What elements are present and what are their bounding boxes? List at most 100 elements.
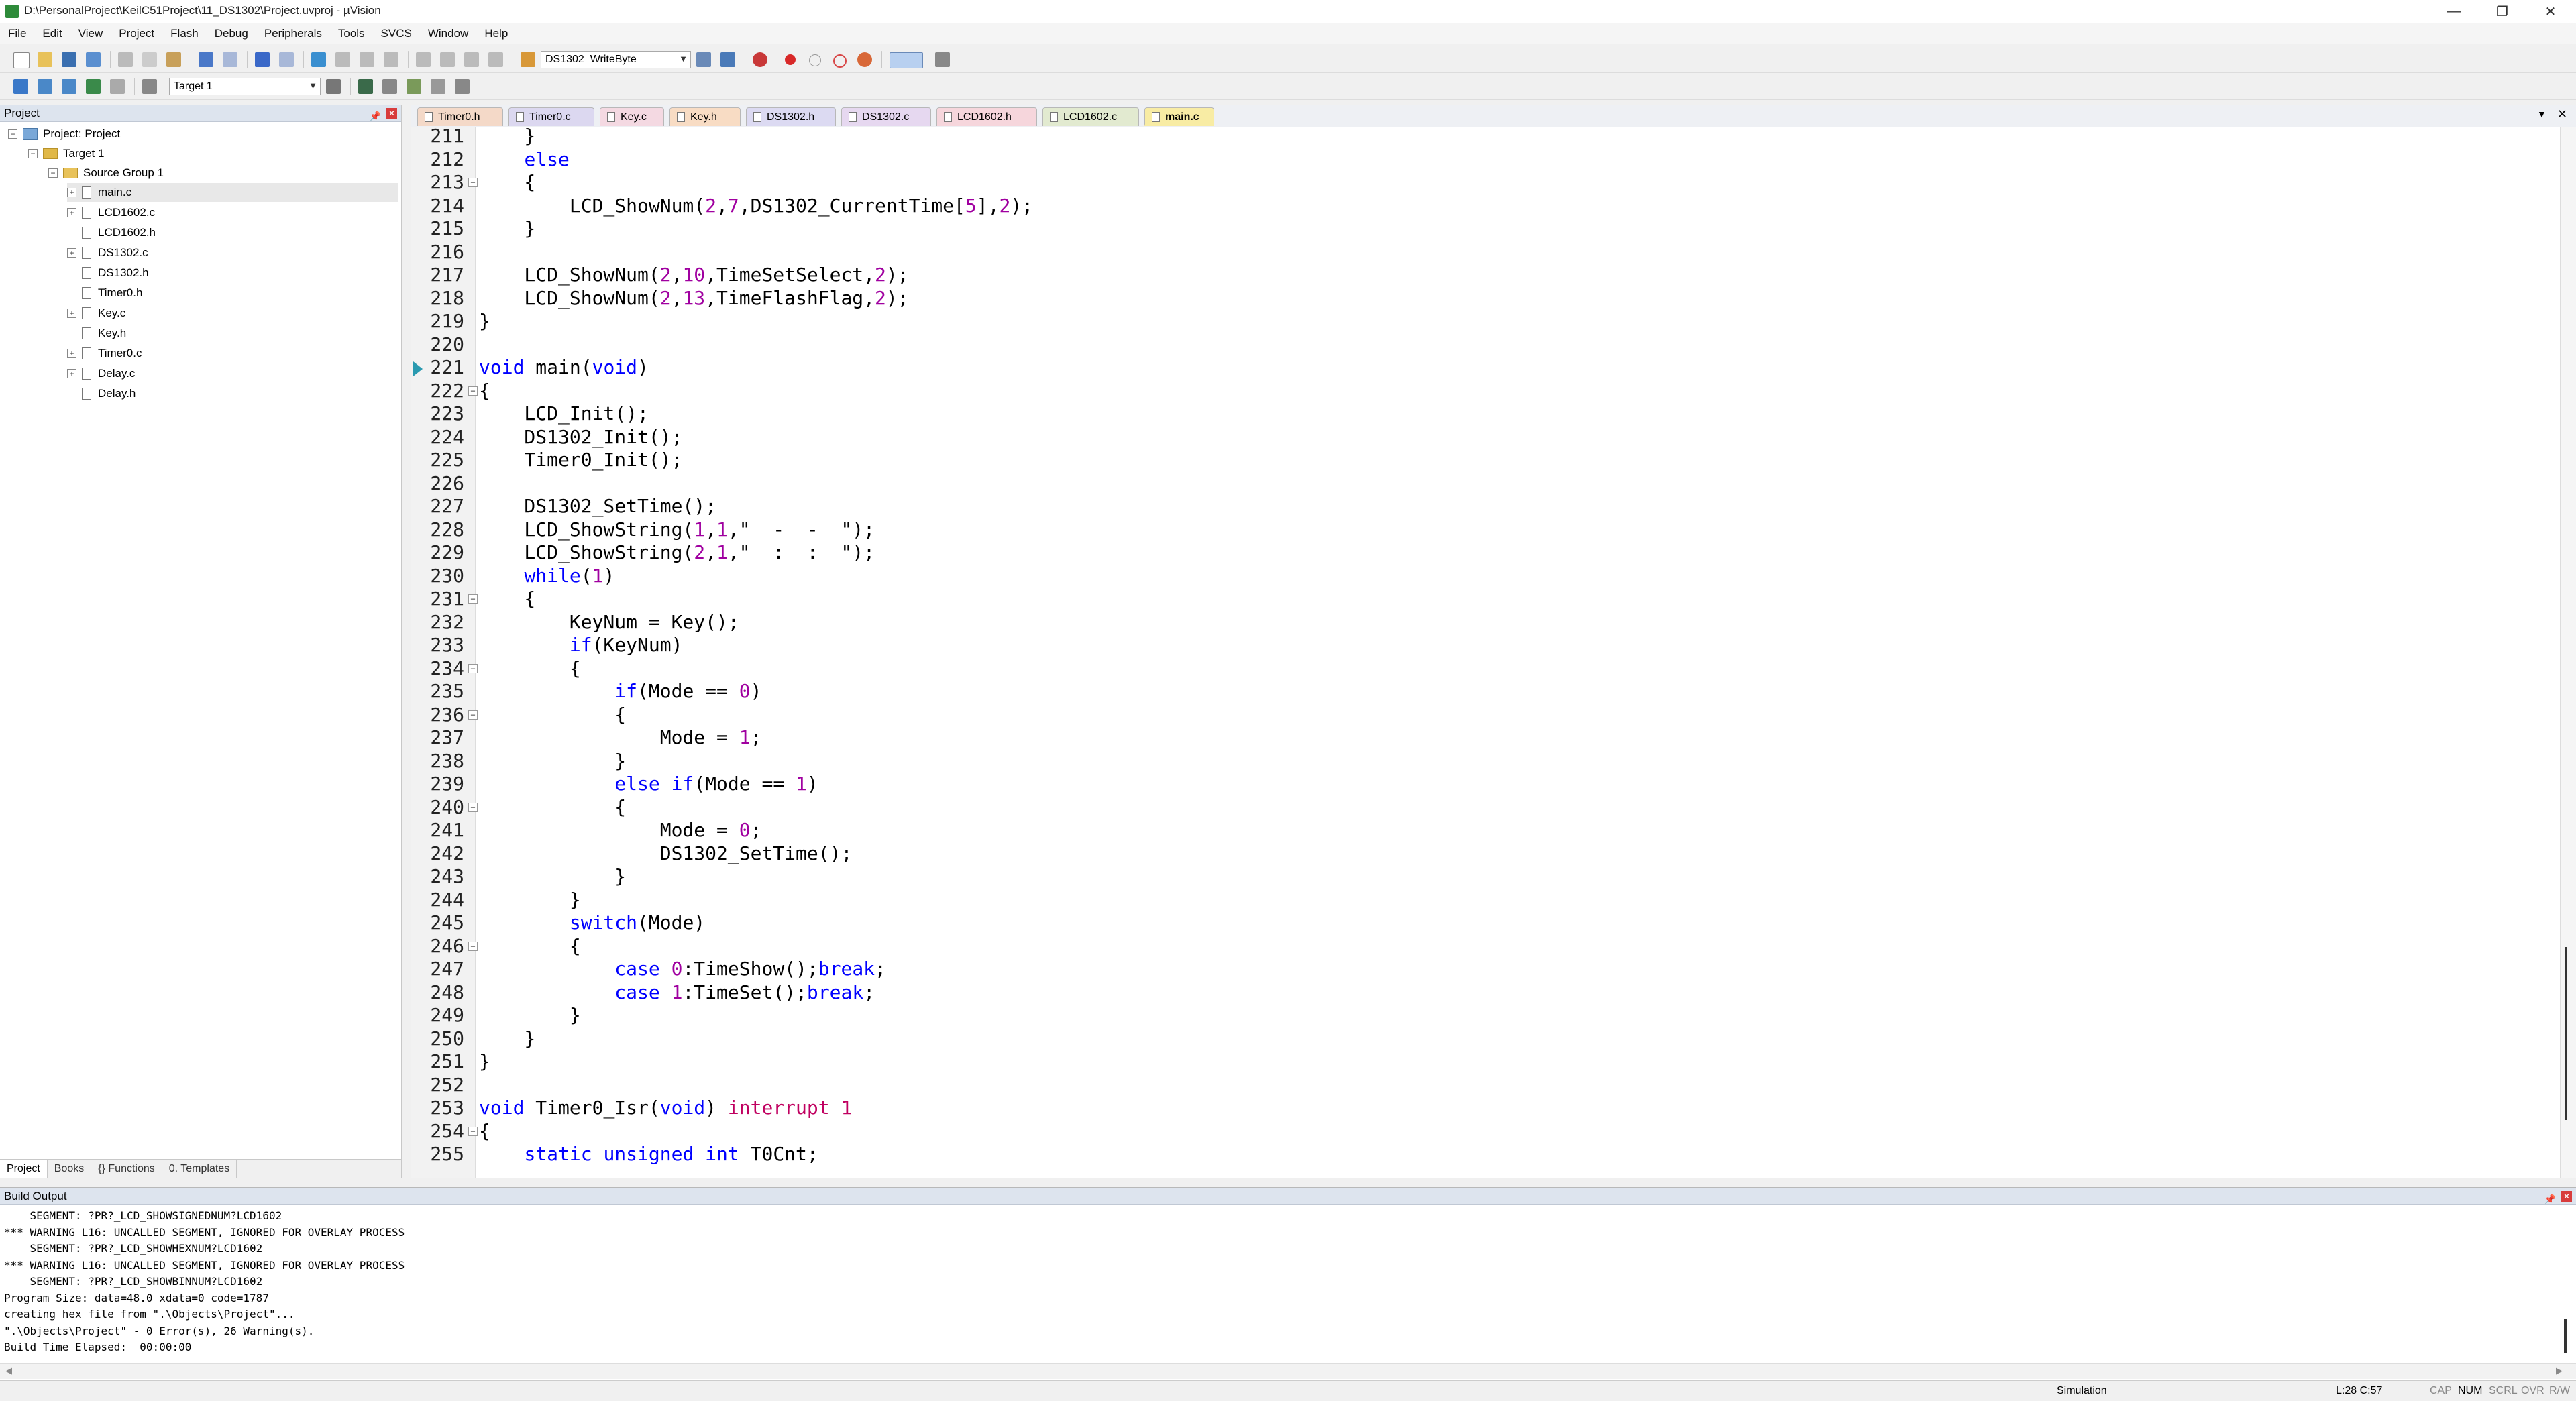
tab-functions[interactable]: {} Functions xyxy=(91,1160,162,1178)
fold-toggle-icon[interactable]: − xyxy=(468,710,478,720)
close-window-button[interactable]: ✕ xyxy=(2525,0,2576,23)
fold-toggle-icon[interactable]: − xyxy=(468,802,478,812)
tab-main-c[interactable]: main.c xyxy=(1144,107,1214,126)
expand-icon[interactable]: + xyxy=(67,208,76,217)
tree-root-project[interactable]: − Project: Project xyxy=(8,125,120,144)
clear-bookmarks-icon[interactable] xyxy=(384,52,398,67)
tree-file-main-c[interactable]: + main.c xyxy=(67,183,398,202)
scroll-right-icon[interactable]: ▶ xyxy=(2556,1365,2563,1376)
menu-file[interactable]: File xyxy=(0,27,34,40)
function-combo[interactable]: DS1302_WriteByte ▼ xyxy=(541,51,691,68)
code-line[interactable]: 231− { xyxy=(411,587,2560,611)
code-line[interactable]: 228 LCD_ShowString(1,1," - - "); xyxy=(411,518,2560,542)
code-line[interactable]: 222−{ xyxy=(411,380,2560,403)
code-line[interactable]: 245 switch(Mode) xyxy=(411,911,2560,935)
expand-icon[interactable]: + xyxy=(67,248,76,258)
batch-build-icon[interactable] xyxy=(86,79,101,94)
code-line[interactable]: 240− { xyxy=(411,796,2560,820)
translate-icon[interactable] xyxy=(13,79,28,94)
menu-peripherals[interactable]: Peripherals xyxy=(256,27,330,40)
menu-flash[interactable]: Flash xyxy=(162,27,207,40)
scroll-left-icon[interactable]: ◀ xyxy=(5,1365,12,1376)
tab-timer0-h[interactable]: Timer0.h xyxy=(417,107,503,126)
tab-timer0-c[interactable]: Timer0.c xyxy=(508,107,594,126)
tree-file-ds1302-h[interactable]: DS1302.h xyxy=(82,264,149,282)
fold-toggle-icon[interactable]: − xyxy=(468,594,478,604)
tree-file-timer0-c[interactable]: + Timer0.c xyxy=(67,344,142,363)
kill-breakpoints-icon[interactable] xyxy=(857,52,872,67)
pin-icon[interactable]: 📌 xyxy=(370,107,381,125)
target-combo[interactable]: Target 1 ▼ xyxy=(169,78,321,95)
code-line[interactable]: 246− { xyxy=(411,935,2560,958)
open-file-icon[interactable] xyxy=(38,52,52,67)
fold-toggle-icon[interactable]: − xyxy=(468,178,478,187)
code-line[interactable]: 215 } xyxy=(411,217,2560,241)
code-line[interactable]: 219} xyxy=(411,310,2560,333)
select-packs-icon[interactable] xyxy=(382,79,397,94)
options-extra-icon[interactable] xyxy=(455,79,470,94)
code-line[interactable]: 252 xyxy=(411,1074,2560,1097)
code-line[interactable]: 236− { xyxy=(411,704,2560,727)
code-line[interactable]: 241 Mode = 0; xyxy=(411,819,2560,842)
code-line[interactable]: 224 DS1302_Init(); xyxy=(411,426,2560,449)
menu-debug[interactable]: Debug xyxy=(207,27,256,40)
tree-file-timer0-h[interactable]: Timer0.h xyxy=(82,284,142,302)
code-line[interactable]: 234− { xyxy=(411,657,2560,681)
manage-rte-icon[interactable] xyxy=(407,79,421,94)
code-line[interactable]: 238 } xyxy=(411,750,2560,773)
menu-project[interactable]: Project xyxy=(111,27,162,40)
save-all-icon[interactable] xyxy=(86,52,101,67)
paste-icon[interactable] xyxy=(166,52,181,67)
tab-key-h[interactable]: Key.h xyxy=(669,107,741,126)
target-options-icon[interactable] xyxy=(326,79,341,94)
code-line[interactable]: 235 if(Mode == 0) xyxy=(411,680,2560,704)
disable-breakpoints-icon[interactable] xyxy=(833,54,847,68)
tab-lcd1602-h[interactable]: LCD1602.h xyxy=(936,107,1037,126)
debug-session-icon[interactable] xyxy=(753,52,767,67)
tab-ds1302-h[interactable]: DS1302.h xyxy=(746,107,836,126)
tree-source-group[interactable]: − Source Group 1 xyxy=(48,164,164,182)
menu-tools[interactable]: Tools xyxy=(330,27,373,40)
build-icon[interactable] xyxy=(38,79,52,94)
indent-icon[interactable] xyxy=(416,52,431,67)
build-output-vscroll-thumb[interactable] xyxy=(2564,1319,2567,1353)
code-line[interactable]: 253 void Timer0_Isr(void) interrupt 1 xyxy=(411,1097,2560,1120)
expand-icon[interactable]: + xyxy=(67,188,76,197)
redo-icon[interactable] xyxy=(223,52,237,67)
code-line[interactable]: 242 DS1302_SetTime(); xyxy=(411,842,2560,866)
code-line[interactable]: 221 void main(void) xyxy=(411,356,2560,380)
menu-view[interactable]: View xyxy=(70,27,111,40)
tab-list-chevron-icon[interactable]: ▼ xyxy=(2537,109,2546,119)
tree-file-lcd1602-c[interactable]: + LCD1602.c xyxy=(67,203,155,222)
menu-edit[interactable]: Edit xyxy=(34,27,70,40)
close-icon[interactable]: ✕ xyxy=(2561,1191,2572,1202)
code-line[interactable]: 243 } xyxy=(411,865,2560,889)
scroll-thumb[interactable] xyxy=(2565,947,2567,1120)
code-line[interactable]: 212 else xyxy=(411,148,2560,172)
code-line[interactable]: 211 } xyxy=(411,127,2560,148)
fold-toggle-icon[interactable]: − xyxy=(468,941,478,951)
tree-file-delay-h[interactable]: Delay.h xyxy=(82,384,136,403)
stop-build-icon[interactable] xyxy=(110,79,125,94)
expand-icon[interactable]: + xyxy=(67,309,76,318)
code-line[interactable]: 254−{ xyxy=(411,1120,2560,1143)
rebuild-icon[interactable] xyxy=(62,79,76,94)
unindent-icon[interactable] xyxy=(440,52,455,67)
code-line[interactable]: 250 } xyxy=(411,1027,2560,1051)
manage-components-icon[interactable] xyxy=(358,79,373,94)
code-line[interactable]: 237 Mode = 1; xyxy=(411,726,2560,750)
fold-toggle-icon[interactable]: − xyxy=(468,386,478,396)
code-line[interactable]: 244 } xyxy=(411,889,2560,912)
tree-file-key-c[interactable]: + Key.c xyxy=(67,304,125,323)
uncomment-icon[interactable] xyxy=(488,52,503,67)
bookmark-icon[interactable] xyxy=(311,52,326,67)
code-line[interactable]: 230 while(1) xyxy=(411,565,2560,588)
code-editor[interactable]: 211 } 212 else 213− {214 LCD_ShowNum(2,7,D… xyxy=(411,127,2560,1178)
tab-lcd1602-c[interactable]: LCD1602.c xyxy=(1042,107,1139,126)
enable-breakpoint-icon[interactable] xyxy=(809,54,821,66)
code-line[interactable]: 233 if(KeyNum) xyxy=(411,634,2560,657)
pack-installer-icon[interactable] xyxy=(431,79,445,94)
expand-icon[interactable]: + xyxy=(67,349,76,358)
maximize-button[interactable]: ❐ xyxy=(2477,0,2528,23)
code-line[interactable]: 217 LCD_ShowNum(2,10,TimeSetSelect,2); xyxy=(411,264,2560,287)
